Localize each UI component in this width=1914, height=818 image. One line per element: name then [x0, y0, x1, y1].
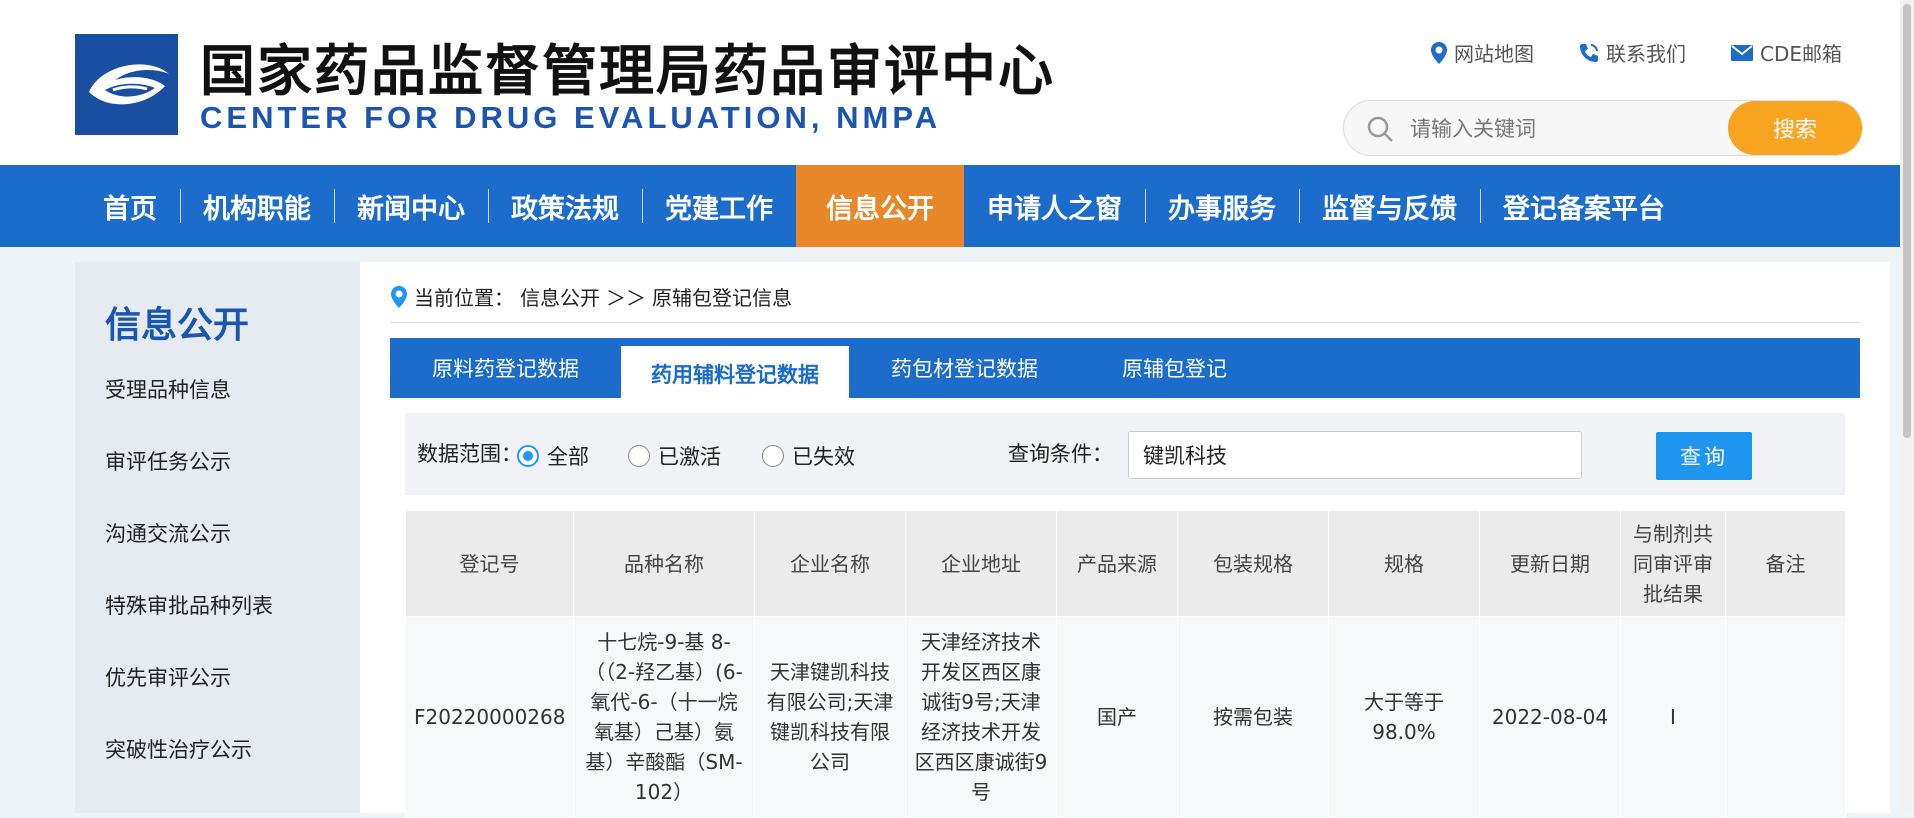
radio-active-label: 已激活	[658, 445, 721, 469]
main-content: 当前位置： 信息公开 ＞＞ 原辅包登记信息 原料药登记数据 药用辅料登记数据 药…	[360, 262, 1890, 818]
location-pin-icon	[391, 285, 407, 308]
col-header-update-date: 更新日期	[1479, 510, 1621, 617]
col-header-source: 产品来源	[1056, 510, 1178, 617]
phone-icon	[1579, 43, 1598, 62]
cell-company-name: 天津键凯科技有限公司;天津键凯科技有限公司	[754, 616, 906, 818]
nav-item-home[interactable]: 首页	[80, 165, 180, 247]
top-links: 网站地图 联系我们 CDE邮箱	[1430, 38, 1842, 67]
contact-label: 联系我们	[1605, 42, 1686, 66]
tab-excipient-data[interactable]: 药用辅料登记数据	[621, 342, 849, 402]
nav-item-applicant[interactable]: 申请人之窗	[964, 165, 1145, 247]
query-input[interactable]	[1128, 431, 1582, 479]
tab-registration[interactable]: 原辅包登记	[1080, 338, 1269, 398]
col-header-joint-review: 与制剂共同审评审批结果	[1620, 510, 1726, 617]
col-header-product-name: 品种名称	[573, 510, 755, 617]
breadcrumb-prefix: 当前位置：	[414, 286, 514, 310]
nav-item-disclosure[interactable]: 信息公开	[796, 165, 964, 247]
logo-emblem-icon	[75, 34, 178, 135]
page-scrollbar[interactable]	[1900, 0, 1914, 813]
contact-link[interactable]: 联系我们	[1578, 38, 1686, 67]
sidebar-item-accepted[interactable]: 受理品种信息	[105, 376, 273, 448]
breadcrumb: 当前位置： 信息公开 ＞＞ 原辅包登记信息	[390, 282, 792, 311]
filter-bar: 数据范围： 全部 已激活 已失效 查询条件： 查询	[405, 413, 1845, 495]
breadcrumb-section[interactable]: 信息公开	[520, 282, 600, 311]
sidebar-item-breakthrough[interactable]: 突破性治疗公示	[105, 736, 273, 808]
breadcrumb-page: 原辅包登记信息	[652, 286, 792, 310]
radio-active-dot[interactable]	[628, 445, 650, 467]
site-search-button[interactable]: 搜索	[1728, 101, 1862, 155]
scrollbar-thumb[interactable]	[1903, 4, 1911, 438]
col-header-remarks: 备注	[1725, 510, 1846, 617]
sidebar: 信息公开 受理品种信息 审评任务公示 沟通交流公示 特殊审批品种列表 优先审评公…	[75, 262, 360, 813]
radio-expired[interactable]: 已失效	[762, 441, 855, 471]
cde-logo[interactable]	[75, 34, 178, 135]
nav-item-news[interactable]: 新闻中心	[334, 165, 488, 247]
sitemap-label: 网站地图	[1453, 42, 1534, 66]
nav-item-services[interactable]: 办事服务	[1145, 165, 1299, 247]
search-icon	[1367, 116, 1393, 142]
mail-icon	[1730, 44, 1753, 61]
col-header-spec: 规格	[1328, 510, 1480, 617]
cell-company-address: 天津经济技术开发区西区康诚街9号;天津经济技术开发区西区康诚街9号	[905, 616, 1057, 818]
col-header-company-name: 企业名称	[754, 510, 906, 617]
cell-product-name: 十七烷-9-基 8-（（2-羟乙基）(6-氧代-6-（十一烷氧基）己基）氨基）辛…	[573, 616, 755, 818]
col-header-reg-no: 登记号	[405, 510, 574, 617]
range-label: 数据范围：	[417, 442, 522, 466]
site-title-en: CENTER FOR DRUG EVALUATION, NMPA	[200, 100, 942, 135]
cde-mail-label: CDE邮箱	[1759, 42, 1842, 66]
radio-expired-label: 已失效	[792, 445, 855, 469]
cell-joint-review: I	[1620, 616, 1726, 818]
results-table: 登记号 品种名称 企业名称 企业地址 产品来源 包装规格 规格 更新日期 与制剂…	[405, 510, 1846, 818]
radio-all-label: 全部	[547, 445, 589, 469]
site-search: 搜索	[1343, 100, 1863, 157]
nav-item-feedback[interactable]: 监督与反馈	[1299, 165, 1480, 247]
table-row: F20220000268 十七烷-9-基 8-（（2-羟乙基）(6-氧代-6-（…	[405, 616, 1846, 818]
cell-reg-no: F20220000268	[405, 616, 574, 818]
radio-all-dot[interactable]	[517, 445, 539, 467]
cde-mail-link[interactable]: CDE邮箱	[1730, 38, 1842, 67]
table-header-row: 登记号 品种名称 企业名称 企业地址 产品来源 包装规格 规格 更新日期 与制剂…	[405, 510, 1846, 617]
sidebar-item-communication[interactable]: 沟通交流公示	[105, 520, 273, 592]
nav-item-party[interactable]: 党建工作	[642, 165, 796, 247]
tab-packaging-data[interactable]: 药包材登记数据	[849, 338, 1080, 398]
query-button[interactable]: 查询	[1656, 432, 1752, 480]
query-label: 查询条件：	[1008, 442, 1113, 466]
radio-expired-dot[interactable]	[762, 445, 784, 467]
data-tabs: 原料药登记数据 药用辅料登记数据 药包材登记数据 原辅包登记	[390, 338, 1860, 402]
col-header-package-spec: 包装规格	[1177, 510, 1329, 617]
nav-item-registration[interactable]: 登记备案平台	[1480, 165, 1688, 247]
nav-item-policy[interactable]: 政策法规	[488, 165, 642, 247]
radio-active[interactable]: 已激活	[628, 441, 721, 471]
nav-item-functions[interactable]: 机构职能	[180, 165, 334, 247]
sitemap-link[interactable]: 网站地图	[1430, 38, 1534, 67]
col-header-company-address: 企业地址	[905, 510, 1057, 617]
site-header: 国家药品监督管理局药品审评中心 CENTER FOR DRUG EVALUATI…	[0, 0, 1914, 165]
site-search-input[interactable]	[1408, 101, 1712, 157]
cell-source: 国产	[1056, 616, 1178, 818]
sidebar-title: 信息公开	[105, 305, 250, 346]
main-nav: 首页 机构职能 新闻中心 政策法规 党建工作 信息公开 申请人之窗 办事服务 监…	[0, 165, 1914, 247]
sidebar-item-review-tasks[interactable]: 审评任务公示	[105, 448, 273, 520]
site-title-cn: 国家药品监督管理局药品审评中心	[200, 39, 1056, 103]
cell-package-spec: 按需包装	[1177, 616, 1329, 818]
radio-all[interactable]: 全部	[517, 441, 589, 471]
location-pin-icon	[1430, 41, 1447, 64]
cell-remarks	[1725, 616, 1846, 818]
cell-spec: 大于等于98.0%	[1328, 616, 1480, 818]
breadcrumb-separator: ＞＞	[606, 286, 646, 310]
cell-update-date: 2022-08-04	[1479, 616, 1621, 818]
tab-api-data[interactable]: 原料药登记数据	[390, 338, 621, 398]
breadcrumb-divider	[390, 322, 1860, 323]
sidebar-item-priority-review[interactable]: 优先审评公示	[105, 664, 273, 736]
sidebar-item-special-approval[interactable]: 特殊审批品种列表	[105, 592, 273, 664]
